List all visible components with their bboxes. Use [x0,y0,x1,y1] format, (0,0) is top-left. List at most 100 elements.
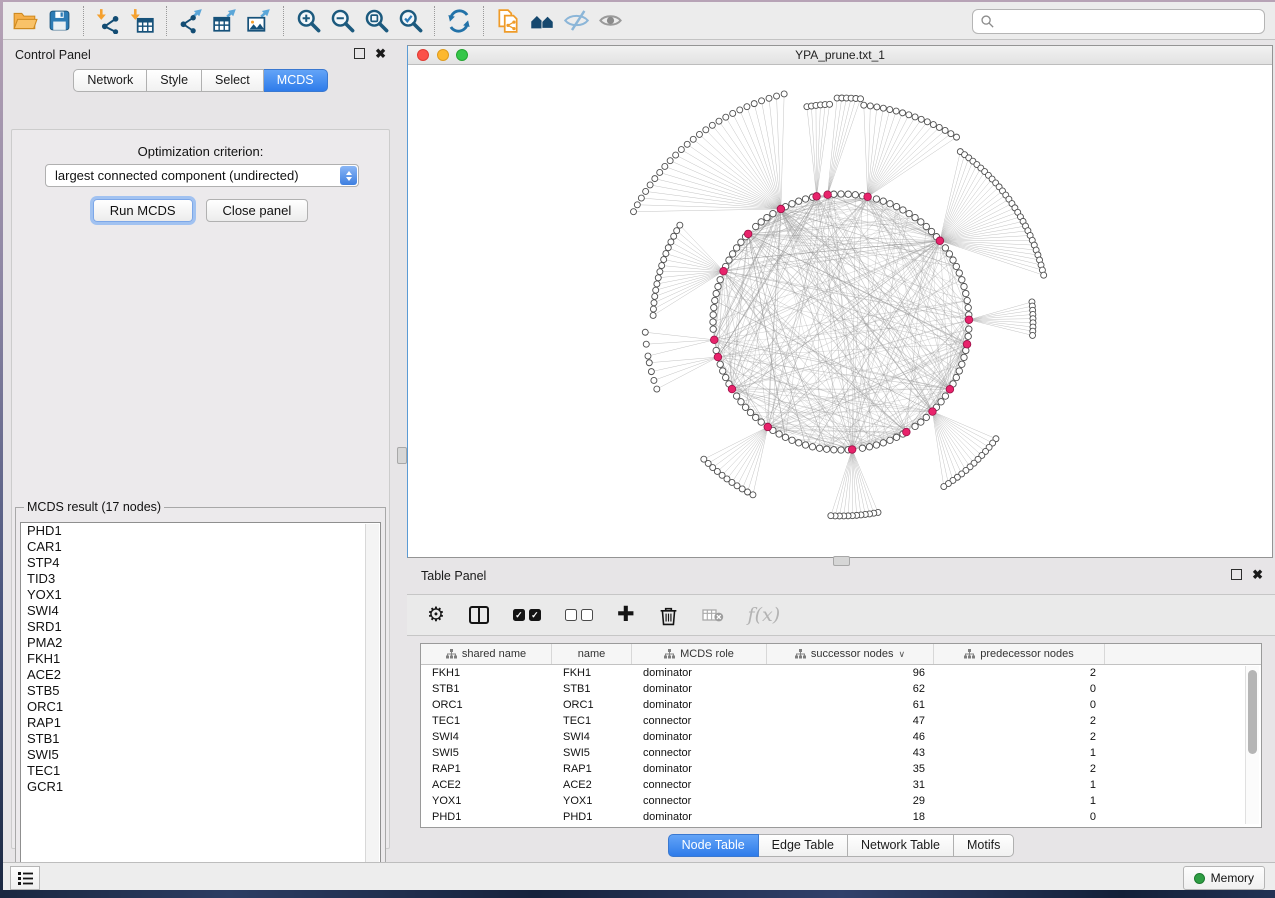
table-tab-edge-table[interactable]: Edge Table [759,834,848,857]
mcds-result-item[interactable]: TEC1 [21,763,380,779]
close-panel-icon[interactable]: ✖ [375,48,386,59]
mcds-result-item[interactable]: PHD1 [21,523,380,539]
clone-network-button[interactable] [491,5,525,37]
float-panel-icon[interactable] [1231,569,1242,580]
table-tab-node-table[interactable]: Node Table [668,834,759,857]
table-toolbar: ⚙ ✓ ✓ ✚ [407,594,1275,636]
open-folder-button[interactable] [8,5,42,37]
table-row[interactable]: TEC1TEC1connector472 [421,713,1261,729]
mcds-result-item[interactable]: SRD1 [21,619,380,635]
mcds-result-item[interactable]: GCR1 [21,779,380,795]
import-table-button[interactable] [125,5,159,37]
mcds-result-item[interactable]: CAR1 [21,539,380,555]
mcds-result-item[interactable]: STP4 [21,555,380,571]
minimize-window-icon[interactable] [437,49,449,61]
table-row[interactable]: RAP1RAP1dominator352 [421,761,1261,777]
float-panel-icon[interactable] [354,48,365,59]
export-network-button[interactable] [174,5,208,37]
column-header-mcds-role[interactable]: MCDS role [632,644,767,664]
mcds-result-item[interactable]: SWI4 [21,603,380,619]
network-window-titlebar[interactable]: YPA_prune.txt_1 [408,46,1272,65]
mcds-result-item[interactable]: ORC1 [21,699,380,715]
table-row[interactable]: ORC1ORC1dominator610 [421,697,1261,713]
cell-predecessor-nodes: 1 [934,745,1105,761]
horizontal-splitter-handle[interactable] [833,556,850,566]
mcds-result-item[interactable]: ACE2 [21,667,380,683]
export-table-button[interactable] [208,5,242,37]
delete-table-button-disabled [702,607,724,623]
column-header-predecessor-nodes[interactable]: predecessor nodes [934,644,1105,664]
deselect-all-columns-button[interactable] [565,609,593,621]
sort-menu-icon[interactable]: ∨ [898,649,905,660]
cell-shared-name: FKH1 [421,665,552,681]
cell-mcds-role: dominator [632,681,767,697]
table-row[interactable]: YOX1YOX1connector291 [421,793,1261,809]
network-canvas[interactable] [408,64,1272,558]
column-header-shared-name[interactable]: shared name [421,644,552,664]
run-mcds-button[interactable]: Run MCDS [93,199,193,222]
cell-mcds-role: dominator [632,697,767,713]
mcds-result-item[interactable]: PMA2 [21,635,380,651]
table-row[interactable]: ACE2ACE2connector311 [421,777,1261,793]
mcds-result-item[interactable]: STB1 [21,731,380,747]
mcds-result-item[interactable]: SWI5 [21,747,380,763]
zoom-out-button[interactable] [325,5,359,37]
close-panel-button[interactable]: Close panel [206,199,309,222]
mcds-scrollbar[interactable] [365,524,379,863]
hide-selected-button[interactable] [559,5,593,37]
maximize-window-icon[interactable] [456,49,468,61]
mcds-result-item[interactable]: TID3 [21,571,380,587]
select-all-columns-button[interactable]: ✓ ✓ [513,609,541,621]
mcds-result-item[interactable]: YOX1 [21,587,380,603]
import-network-button[interactable] [91,5,125,37]
refresh-icon [446,8,472,34]
mcds-result-item[interactable]: STB5 [21,683,380,699]
table-scrollbar-thumb[interactable] [1248,670,1257,754]
refresh-button[interactable] [442,5,476,37]
table-scrollbar[interactable] [1245,666,1259,824]
delete-column-button[interactable] [659,605,678,626]
save-button[interactable] [42,5,76,37]
table-tab-network-table[interactable]: Network Table [848,834,954,857]
mcds-result-item[interactable]: FKH1 [21,651,380,667]
table-row[interactable]: STB1STB1dominator620 [421,681,1261,697]
cell-mcds-role: dominator [632,729,767,745]
table-body: FKH1FKH1dominator962STB1STB1dominator620… [421,665,1261,825]
show-columns-button[interactable] [469,606,489,624]
control-panel-tab-network[interactable]: Network [73,69,147,92]
table-row[interactable]: SWI4SWI4dominator462 [421,729,1261,745]
cell-mcds-role: dominator [632,665,767,681]
first-neighbors-button[interactable] [525,5,559,37]
zoom-selected-button[interactable] [393,5,427,37]
zoom-in-button[interactable] [291,5,325,37]
export-image-button[interactable] [242,5,276,37]
close-window-icon[interactable] [417,49,429,61]
table-tab-motifs[interactable]: Motifs [954,834,1014,857]
cell-shared-name: TEC1 [421,713,552,729]
task-history-button[interactable] [10,866,40,890]
vertical-splitter-handle[interactable] [397,447,407,464]
mcds-result-item[interactable]: RAP1 [21,715,380,731]
import-table-icon [129,8,155,34]
cell-predecessor-nodes: 0 [934,681,1105,697]
control-panel-tab-style[interactable]: Style [147,69,202,92]
add-column-button[interactable]: ✚ [617,605,635,625]
control-panel-tab-select[interactable]: Select [202,69,264,92]
optimization-criterion-select[interactable]: largest connected component (undirected) [45,164,359,187]
cell-mcds-role: dominator [632,761,767,777]
table-row[interactable]: PHD1PHD1dominator180 [421,809,1261,825]
search-input[interactable] [995,11,1264,33]
show-all-button[interactable] [593,5,627,37]
table-settings-button[interactable]: ⚙ [427,605,445,625]
toolbar-separator [83,6,84,36]
column-header-successor-nodes[interactable]: successor nodes∨ [767,644,934,664]
column-header-name[interactable]: name [552,644,632,664]
zoom-fit-button[interactable] [359,5,393,37]
table-panel: Table Panel ✖ ⚙ ✓ ✓ ✚ [407,562,1275,862]
memory-button[interactable]: Memory [1183,866,1265,890]
control-panel-tab-mcds[interactable]: MCDS [264,69,328,92]
close-panel-icon[interactable]: ✖ [1252,569,1263,580]
table-row[interactable]: FKH1FKH1dominator962 [421,665,1261,681]
table-row[interactable]: SWI5SWI5connector431 [421,745,1261,761]
cell-name: STB1 [552,681,632,697]
